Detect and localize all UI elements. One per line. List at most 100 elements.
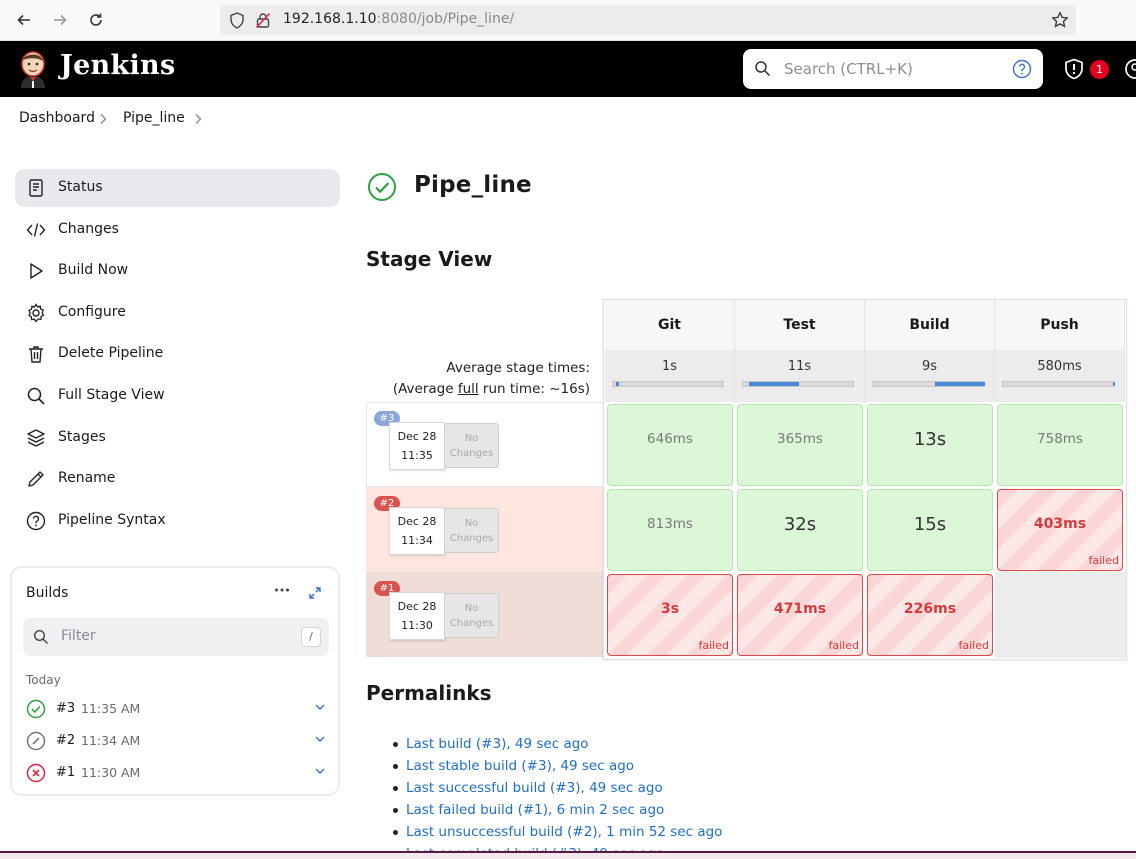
stage-cell[interactable]: 813ms [607, 489, 733, 571]
builds-title: Builds [26, 585, 69, 601]
builds-filter-input[interactable]: Filter / [23, 618, 329, 656]
full-run-time-link[interactable]: full [458, 381, 479, 397]
sidebar-item-label: Full Stage View [58, 387, 165, 403]
expand-icon[interactable] [308, 586, 322, 600]
sidebar-item-label: Delete Pipeline [58, 345, 164, 361]
aborted-icon [26, 731, 46, 751]
build-number[interactable]: #1 [56, 765, 75, 780]
sidebar-item-changes[interactable]: Changes [15, 211, 340, 249]
build-number[interactable]: #2 [56, 733, 75, 748]
stage-cell[interactable]: 646ms [607, 404, 733, 486]
stage-cell[interactable]: 15s [867, 489, 993, 571]
stage-cell[interactable]: 758ms [997, 404, 1123, 486]
chevron-down-icon[interactable] [314, 733, 326, 745]
sidebar-item-configure[interactable]: Configure [15, 294, 340, 332]
build-row[interactable]: #3 11:35 AM [26, 697, 326, 721]
sidebar-item-pipeline-syntax[interactable]: Pipeline Syntax [15, 502, 340, 540]
permalink-item[interactable]: Last unsuccessful build (#2), 1 min 52 s… [393, 821, 722, 843]
stage-header-git: Git [605, 300, 735, 350]
breadcrumb: Dashboard Pipe_line [0, 97, 1136, 141]
insecure-lock-icon[interactable] [255, 12, 271, 29]
chevron-down-icon[interactable] [314, 701, 326, 713]
build-row[interactable]: #2 11:34 AM [26, 729, 326, 753]
sidebar-item-delete-pipeline[interactable]: Delete Pipeline [15, 335, 340, 373]
build-time: 11:30 AM [81, 765, 141, 780]
stage-cell[interactable]: 13s [867, 404, 993, 486]
run-changes-line2: Changes [449, 618, 494, 629]
builds-panel: Builds Filter / Today #3 11:35 AM #2 11:… [10, 566, 340, 796]
pencil-icon [28, 471, 44, 487]
stage-average-time: 580ms [995, 350, 1125, 402]
stage-duration: 13s [913, 429, 947, 450]
stage-duration: 403ms [1033, 516, 1087, 532]
sidebar-item-label: Status [58, 179, 103, 195]
run-changes-box[interactable]: No Changes [444, 508, 499, 553]
stage-cell[interactable]: 365ms [737, 404, 863, 486]
breadcrumb-pipe-line[interactable]: Pipe_line [123, 110, 185, 126]
stage-average-value: 9s [921, 359, 938, 374]
run-date: Dec 28 [397, 430, 437, 443]
user-icon[interactable] [1124, 58, 1136, 80]
permalink-item[interactable]: Last successful build (#3), 49 sec ago [393, 777, 722, 799]
run-changes-box[interactable]: No Changes [444, 593, 499, 638]
stage-duration: 15s [913, 514, 947, 535]
stage-cell[interactable]: 3s failed [607, 574, 733, 656]
stage-cell[interactable]: 471ms failed [737, 574, 863, 656]
jenkins-title[interactable]: Jenkins [60, 50, 175, 81]
run-date-box: Dec 28 11:30 [389, 592, 445, 640]
sidebar-item-build-now[interactable]: Build Now [15, 252, 340, 290]
forward-button[interactable] [48, 8, 72, 32]
sidebar-item-label: Rename [58, 470, 116, 486]
run-date: Dec 28 [397, 515, 437, 528]
chevron-down-icon[interactable] [314, 765, 326, 777]
stage-average-time: 1s [605, 350, 735, 402]
stage-failed-label: failed [698, 639, 729, 652]
avg-label-line2: (Average full run time: ~16s) [392, 381, 590, 397]
security-shield-icon[interactable] [1063, 58, 1085, 80]
stage-cell[interactable]: 226ms failed [867, 574, 993, 656]
failed-x-icon [26, 763, 46, 783]
permalink-item[interactable]: Last stable build (#3), 49 sec ago [393, 755, 722, 777]
chevron-right-icon[interactable] [193, 113, 203, 125]
build-row[interactable]: #1 11:30 AM [26, 761, 326, 785]
bookmark-star-icon[interactable] [1051, 11, 1069, 29]
permalink-item[interactable]: Last build (#3), 49 sec ago [393, 733, 722, 755]
sidebar-item-full-stage-view[interactable]: Full Stage View [15, 377, 340, 415]
security-count-badge[interactable]: 1 [1090, 60, 1109, 79]
permalink-item[interactable]: Last failed build (#1), 6 min 2 sec ago [393, 799, 722, 821]
search-box[interactable]: Search (CTRL+K) [743, 49, 1043, 89]
help-icon [26, 511, 46, 531]
build-number[interactable]: #3 [56, 701, 75, 716]
run-time: 11:35 [401, 449, 433, 462]
run-changes-box[interactable]: No Changes [444, 423, 499, 468]
address-bar[interactable]: 192.168.1.10:8080/job/Pipe_line/ [220, 5, 1076, 35]
more-options-icon[interactable] [274, 586, 290, 594]
stage-cell[interactable]: 403ms failed [997, 489, 1123, 571]
stage-average-bar [872, 381, 985, 387]
stage-duration: 471ms [773, 601, 827, 617]
jenkins-logo-icon[interactable] [17, 50, 49, 88]
stage-duration: 365ms [777, 431, 823, 447]
sidebar-item-status[interactable]: Status [15, 169, 340, 207]
run-time: 11:34 [401, 534, 433, 547]
stage-average-time: 11s [735, 350, 865, 402]
status-document-icon [29, 179, 43, 197]
sidebar-item-rename[interactable]: Rename [15, 460, 340, 498]
build-time: 11:34 AM [81, 733, 141, 748]
arrow-left-icon [17, 14, 30, 26]
help-icon[interactable] [1012, 59, 1032, 79]
stage-duration: 32s [783, 514, 817, 535]
stage-failed-label: failed [1088, 554, 1119, 567]
search-placeholder: Search (CTRL+K) [784, 60, 913, 78]
sidebar-item-label: Pipeline Syntax [58, 512, 166, 528]
stage-failed-label: failed [958, 639, 989, 652]
back-button[interactable] [12, 8, 36, 32]
breadcrumb-dashboard[interactable]: Dashboard [19, 110, 95, 126]
stage-duration: 226ms [903, 601, 957, 617]
reload-button[interactable] [84, 8, 108, 32]
permalinks-heading: Permalinks [366, 681, 492, 705]
shield-icon[interactable] [229, 12, 245, 29]
stage-cell[interactable]: 32s [737, 489, 863, 571]
sidebar-item-stages[interactable]: Stages [15, 419, 340, 457]
url-text[interactable]: 192.168.1.10:8080/job/Pipe_line/ [283, 11, 514, 27]
